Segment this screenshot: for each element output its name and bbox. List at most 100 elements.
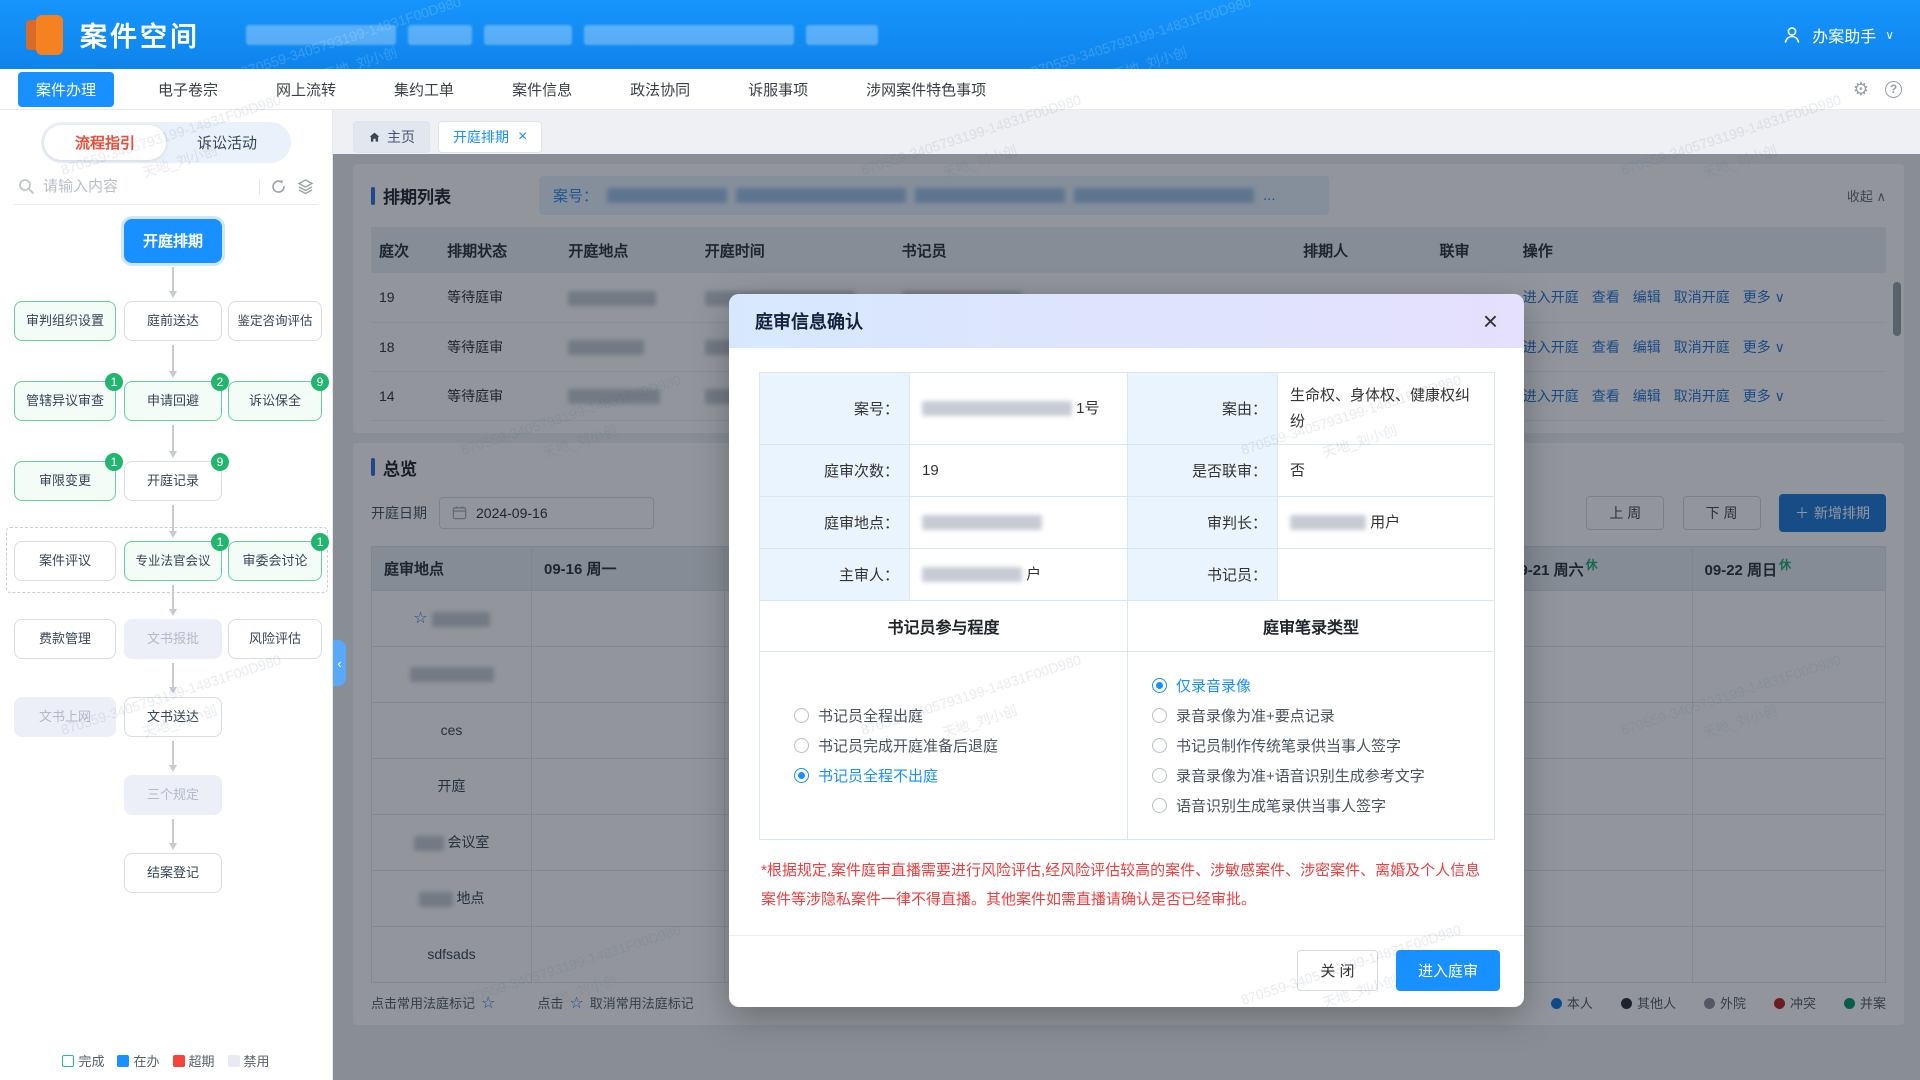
flow-arrow	[172, 267, 174, 295]
clerk-label: 书记员：	[1128, 549, 1278, 601]
app-root: 案件空间 办案助手 ∨ 案件办理 电子卷宗 网上流转 集约工单 案件信息 政法协…	[0, 0, 1920, 1080]
nav-tab-online-transfer[interactable]: 网上流转	[276, 79, 336, 100]
app-header: 案件空间 办案助手 ∨	[0, 0, 1920, 69]
count-badge: 1	[311, 533, 329, 551]
flow-arrow	[172, 585, 174, 613]
legend-done-swatch	[62, 1055, 74, 1067]
joint-value: 否	[1278, 445, 1495, 497]
flow-node[interactable]: 文书送达	[124, 697, 222, 737]
presiding-judge-label: 审判长：	[1128, 497, 1278, 549]
flow-node[interactable]: 鉴定咨询评估	[228, 301, 322, 341]
joint-label: 是否联审：	[1128, 445, 1278, 497]
radio-icon	[1152, 798, 1167, 813]
record-type-options: 仅录音录像 录音录像为准+要点记录 书记员制作传统笔录供当事人签字 录音录像为准…	[1128, 652, 1495, 840]
nav-tab-case-info[interactable]: 案件信息	[512, 79, 572, 100]
user-icon	[1783, 25, 1803, 45]
flow-status-legend: 完成 在办 超期 禁用	[0, 1051, 332, 1070]
flow-node[interactable]: 风险评估	[228, 619, 322, 659]
cause-value: 生命权、身体权、健康权纠纷	[1278, 373, 1495, 445]
gear-icon[interactable]: ⚙	[1853, 80, 1869, 98]
flow-node[interactable]: 三个规定	[124, 775, 222, 815]
legend-disabled-swatch	[228, 1055, 240, 1067]
clerk-participation-section-title: 书记员参与程度	[760, 601, 1128, 652]
radio-option[interactable]: 书记员制作传统笔录供当事人签字	[1152, 735, 1494, 756]
chief-judge-value: 户	[910, 549, 1128, 601]
refresh-icon[interactable]	[270, 178, 287, 195]
hearing-place-value	[910, 497, 1128, 549]
nav-tab-internet-case[interactable]: 涉网案件特色事项	[866, 79, 986, 100]
chevron-down-icon: ∨	[1885, 28, 1894, 42]
flow-node[interactable]: 诉讼保全9	[228, 381, 322, 421]
flow-node[interactable]: 费款管理	[14, 619, 116, 659]
chief-judge-label: 主审人：	[760, 549, 910, 601]
record-type-section-title: 庭审笔录类型	[1128, 601, 1495, 652]
enter-hearing-button[interactable]: 进入庭审	[1396, 950, 1500, 991]
workspace-tabbar: 主页 开庭排期 ×	[333, 110, 1920, 154]
count-badge: 2	[211, 373, 229, 391]
flow-node[interactable]: 庭前送达	[124, 301, 222, 341]
assistant-menu[interactable]: 办案助手 ∨	[1783, 23, 1894, 47]
radio-option-selected[interactable]: 书记员全程不出庭	[794, 765, 1127, 786]
redacted-header-text	[246, 25, 878, 45]
radio-icon	[794, 738, 809, 753]
flow-node[interactable]: 审限变更1	[14, 461, 116, 501]
case-no-value: 1号	[910, 373, 1128, 445]
radio-option-selected[interactable]: 仅录音录像	[1152, 675, 1494, 696]
search-input[interactable]	[43, 178, 249, 195]
radio-icon	[1152, 768, 1167, 783]
nav-tab-e-file[interactable]: 电子卷宗	[158, 79, 218, 100]
flow-node[interactable]: 开庭记录9	[124, 461, 222, 501]
sidebar-collapse-handle[interactable]: ‹	[333, 640, 346, 686]
radio-icon	[1152, 708, 1167, 723]
flow-node-kaitingpaiqi[interactable]: 开庭排期	[124, 219, 222, 263]
nav-tab-work-order[interactable]: 集约工单	[394, 79, 454, 100]
sidebar: 流程指引 诉讼活动 开庭排期 审判组织设置 庭前送达 鉴定咨询评估 管辖异议审查…	[0, 110, 333, 1080]
presiding-judge-value: 用户	[1278, 497, 1495, 549]
count-badge: 1	[105, 453, 123, 471]
flow-arrow	[172, 425, 174, 455]
flow-node[interactable]: 审委会讨论1	[228, 541, 322, 581]
flow-node[interactable]: 专业法官会议1	[124, 541, 222, 581]
count-badge: 1	[105, 373, 123, 391]
sidebar-search	[14, 169, 318, 205]
clerk-participation-options: 书记员全程出庭 书记员完成开庭准备后退庭 书记员全程不出庭	[760, 652, 1128, 840]
app-title: 案件空间	[80, 15, 200, 54]
flow-node[interactable]: 管辖异议审查1	[14, 381, 116, 421]
tab-hearing-schedule[interactable]: 开庭排期 ×	[438, 121, 542, 153]
flow-node[interactable]: 文书报批	[124, 619, 222, 659]
broadcast-warning-text: *根据规定,案件庭审直播需要进行风险评估,经风险评估较高的案件、涉敏感案件、涉密…	[761, 856, 1492, 915]
flow-node[interactable]: 案件评议	[14, 541, 116, 581]
cause-label: 案由：	[1128, 373, 1278, 445]
clerk-value	[1278, 549, 1495, 601]
radio-option[interactable]: 书记员全程出庭	[794, 705, 1127, 726]
count-badge: 9	[211, 453, 229, 471]
radio-option[interactable]: 书记员完成开庭准备后退庭	[794, 735, 1127, 756]
flow-node[interactable]: 文书上网	[14, 697, 116, 737]
tab-litigation-activity[interactable]: 诉讼活动	[166, 125, 288, 160]
count-badge: 1	[211, 533, 229, 551]
tab-process-guide[interactable]: 流程指引	[44, 125, 166, 160]
layers-icon[interactable]	[297, 178, 314, 195]
hearing-count-label: 庭审次数：	[760, 445, 910, 497]
count-badge: 9	[311, 373, 329, 391]
flow-node[interactable]: 审判组织设置	[14, 301, 116, 341]
legend-overdue-swatch	[173, 1055, 185, 1067]
close-icon[interactable]: ×	[1483, 308, 1498, 334]
flow-node[interactable]: 结案登记	[124, 853, 222, 893]
app-logo-icon	[26, 15, 66, 55]
radio-option[interactable]: 语音识别生成笔录供当事人签字	[1152, 795, 1494, 816]
help-icon[interactable]: ?	[1885, 81, 1902, 98]
nav-tab-politics-law[interactable]: 政法协同	[630, 79, 690, 100]
tab-home[interactable]: 主页	[353, 121, 430, 153]
nav-tab-case-handling[interactable]: 案件办理	[18, 72, 114, 107]
flow-node[interactable]: 申请回避2	[124, 381, 222, 421]
radio-option[interactable]: 录音录像为准+要点记录	[1152, 705, 1494, 726]
close-button[interactable]: 关 闭	[1297, 950, 1377, 991]
radio-option[interactable]: 录音录像为准+语音识别生成参考文字	[1152, 765, 1494, 786]
close-tab-icon[interactable]: ×	[518, 128, 527, 146]
nav-tab-litigation-service[interactable]: 诉服事项	[748, 79, 808, 100]
main-nav: 案件办理 电子卷宗 网上流转 集约工单 案件信息 政法协同 诉服事项 涉网案件特…	[0, 69, 1920, 110]
legend-active-swatch	[117, 1055, 129, 1067]
case-no-label: 案号：	[760, 373, 910, 445]
radio-icon	[794, 708, 809, 723]
